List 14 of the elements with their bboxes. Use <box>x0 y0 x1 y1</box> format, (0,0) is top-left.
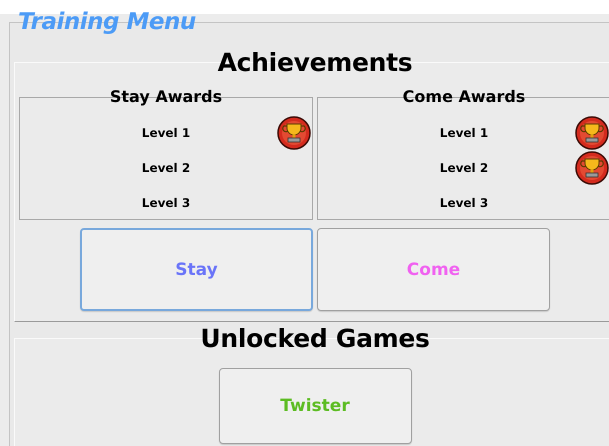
section-heading: Achievements <box>218 48 412 78</box>
level-label: Level 3 <box>440 196 488 210</box>
window-title: Training Menu <box>18 8 196 36</box>
level-label: Level 2 <box>142 160 190 174</box>
level-label: Level 1 <box>142 126 190 140</box>
training-button[interactable]: Come <box>317 228 550 311</box>
level-label: Level 3 <box>142 196 190 210</box>
game-button[interactable]: Twister <box>218 368 412 444</box>
group-heading: Stay Awards <box>110 87 222 107</box>
level-label: Level 1 <box>440 126 488 140</box>
level-label: Level 2 <box>440 160 488 174</box>
group-heading: Come Awards <box>402 87 526 107</box>
section-heading: Unlocked Games <box>200 324 430 354</box>
training-button[interactable]: Stay <box>80 228 313 311</box>
